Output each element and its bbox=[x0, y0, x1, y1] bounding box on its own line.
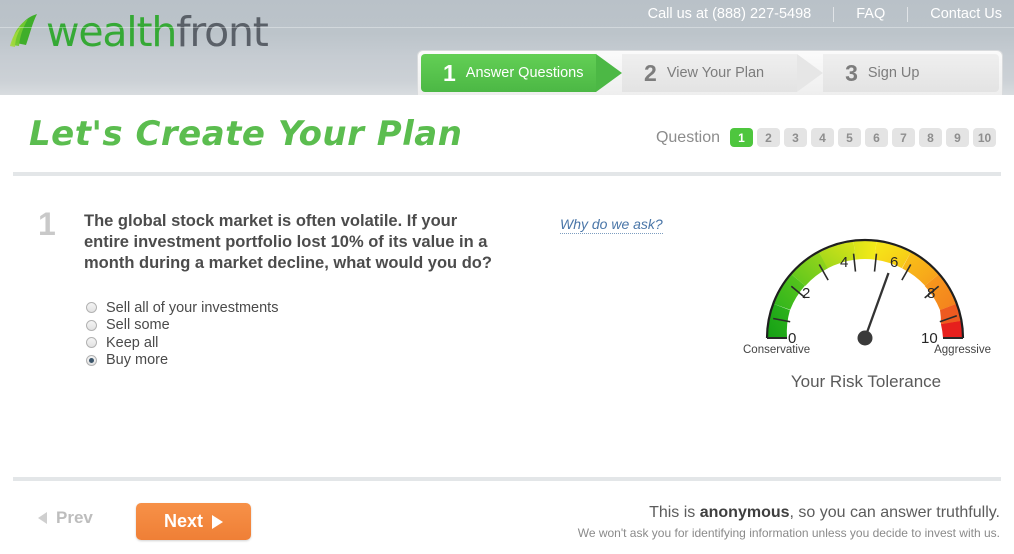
divider-bottom bbox=[13, 477, 1001, 481]
privacy-note: We won't ask you for identifying informa… bbox=[577, 526, 1000, 540]
risk-tolerance-gauge: 0 2 4 6 8 10 Conservative Aggressive You… bbox=[735, 222, 997, 397]
question-pagination-item-9[interactable]: 9 bbox=[946, 128, 969, 147]
anonymous-note-pre: This is bbox=[649, 504, 700, 521]
answer-options: Sell all of your investments Sell some K… bbox=[86, 299, 278, 369]
step-sign-up[interactable]: 3 Sign Up bbox=[797, 54, 999, 92]
gauge-hub bbox=[857, 330, 873, 346]
gauge-tick-8: 8 bbox=[927, 285, 935, 302]
question-pagination-item-7[interactable]: 7 bbox=[892, 128, 915, 147]
question-pagination-item-10[interactable]: 10 bbox=[973, 128, 996, 147]
chevron-left-icon bbox=[38, 512, 47, 524]
radio-icon[interactable] bbox=[86, 337, 97, 349]
question-number: 1 bbox=[38, 206, 56, 242]
logo-word-wealth: wealth bbox=[46, 7, 177, 56]
step-progress-bar: 1 Answer Questions 2 View Your Plan 3 Si… bbox=[417, 50, 1003, 95]
step-arrow-icon bbox=[797, 54, 824, 92]
answer-option-keep-all[interactable]: Keep all bbox=[86, 334, 278, 352]
nav-divider bbox=[907, 6, 909, 22]
radio-icon[interactable] bbox=[86, 302, 97, 314]
answer-label: Sell some bbox=[106, 317, 170, 334]
step-view-your-plan[interactable]: 2 View Your Plan bbox=[596, 54, 824, 92]
chevron-right-icon bbox=[212, 514, 223, 529]
top-nav: Call us at (888) 227-5498 FAQ Contact Us bbox=[648, 2, 1002, 26]
step-answer-questions[interactable]: 1 Answer Questions bbox=[421, 54, 623, 92]
step-number: 1 bbox=[443, 59, 456, 86]
gauge-needle bbox=[863, 272, 890, 339]
answer-label: Sell all of your investments bbox=[106, 299, 279, 316]
question-pagination-label: Question bbox=[655, 128, 720, 146]
answer-label: Buy more bbox=[106, 352, 169, 369]
next-label: Next bbox=[163, 511, 203, 531]
question-pagination-item-3[interactable]: 3 bbox=[784, 128, 807, 147]
step-number: 3 bbox=[845, 59, 858, 86]
contact-us-link[interactable]: Contact Us bbox=[930, 6, 1002, 22]
question-text: The global stock market is often volatil… bbox=[84, 212, 492, 272]
prev-button[interactable]: Prev bbox=[38, 508, 93, 528]
anonymous-note: This is anonymous, so you can answer tru… bbox=[649, 504, 1000, 522]
question-pagination-item-8[interactable]: 8 bbox=[919, 128, 942, 147]
leaf-icon bbox=[10, 12, 44, 52]
step-label: Sign Up bbox=[867, 65, 920, 81]
radio-icon[interactable] bbox=[86, 319, 97, 331]
question-pagination-item-4[interactable]: 4 bbox=[811, 128, 834, 147]
question-pagination-item-6[interactable]: 6 bbox=[865, 128, 888, 147]
answer-label: Keep all bbox=[106, 334, 159, 351]
radio-icon-selected[interactable] bbox=[86, 354, 97, 366]
faq-link[interactable]: FAQ bbox=[856, 6, 885, 22]
step-label: View Your Plan bbox=[666, 65, 765, 81]
answer-option-buy-more[interactable]: Buy more bbox=[86, 352, 278, 370]
question-pagination-item-2[interactable]: 2 bbox=[757, 128, 780, 147]
why-do-we-ask-link[interactable]: Why do we ask? bbox=[560, 216, 663, 234]
gauge-label-conservative: Conservative bbox=[743, 344, 811, 356]
logo-word-front: front bbox=[176, 7, 269, 56]
page-header: wealthfront Call us at (888) 227-5498 FA… bbox=[0, 0, 1014, 95]
gauge-tick-4: 4 bbox=[840, 254, 848, 271]
step-label: Answer Questions bbox=[465, 65, 584, 81]
gauge-label-aggressive: Aggressive bbox=[934, 344, 991, 356]
step-arrow-icon bbox=[596, 54, 623, 92]
question-pagination-item-1[interactable]: 1 bbox=[730, 128, 753, 147]
next-button[interactable]: Next bbox=[136, 503, 251, 540]
wealthfront-questionnaire-page: wealthfront Call us at (888) 227-5498 FA… bbox=[0, 0, 1014, 554]
divider-top bbox=[13, 172, 1001, 176]
gauge-tick-6: 6 bbox=[890, 254, 898, 271]
anonymous-note-post: , so you can answer truthfully. bbox=[789, 504, 1000, 521]
step-number: 2 bbox=[644, 59, 657, 86]
prev-label: Prev bbox=[56, 508, 93, 527]
nav-divider bbox=[833, 6, 835, 22]
anonymous-note-bold: anonymous bbox=[699, 504, 790, 521]
wealthfront-logo[interactable]: wealthfront bbox=[10, 7, 269, 57]
page-title: Let's Create Your Plan bbox=[29, 114, 463, 154]
answer-option-sell-some[interactable]: Sell some bbox=[86, 317, 278, 335]
question-pagination-item-5[interactable]: 5 bbox=[838, 128, 861, 147]
logo-wordmark: wealthfront bbox=[46, 11, 269, 53]
gauge-caption: Your Risk Tolerance bbox=[790, 372, 942, 391]
phone-link[interactable]: Call us at (888) 227-5498 bbox=[648, 6, 812, 22]
answer-option-sell-all[interactable]: Sell all of your investments bbox=[86, 299, 278, 317]
question-pagination: Question 1 2 3 4 5 6 7 8 9 10 bbox=[656, 128, 1000, 147]
gauge-tick-2: 2 bbox=[802, 285, 810, 302]
